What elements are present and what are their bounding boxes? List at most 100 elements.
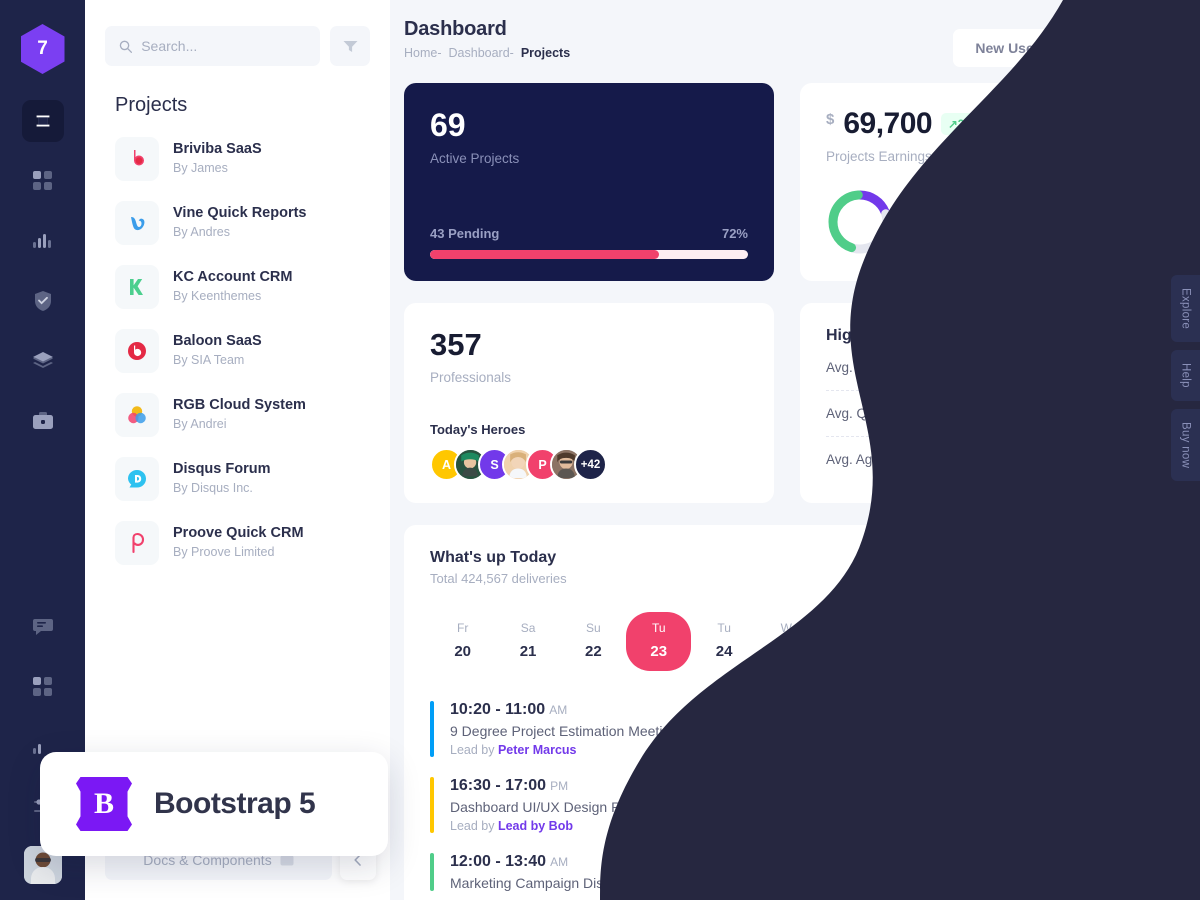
day-cell-25[interactable]: We 25 [757,612,822,671]
search-icon [119,40,133,53]
highlight-label: Avg. Quotes [826,406,901,421]
rail-item-chat[interactable] [22,606,64,648]
professionals-label: Professionals [430,370,512,385]
project-logo [115,265,159,309]
project-owner: By Proove Limited [173,545,275,560]
list-item[interactable]: Vine Quick Reports By Andres [105,191,370,255]
highlight-number: 730 [1125,405,1149,422]
day-cell-21[interactable]: Sa 21 [495,612,560,671]
rail-item-box[interactable] [21,100,64,142]
filter-button[interactable] [330,26,370,66]
search-box[interactable] [105,26,320,66]
bootstrap-badge: B Bootstrap 5 [40,752,388,856]
rail-item-dashboard[interactable] [22,160,64,202]
grid-icon [32,171,52,190]
project-name: Disqus Forum [173,460,271,477]
avatar-more-count: +42 [580,458,601,471]
trend-value: 2.2% [957,119,984,131]
day-cell-29[interactable]: Su 29 [1018,612,1083,671]
main-content: Dashboard Home- Dashboard- Projects New … [390,0,1200,900]
new-goal-button[interactable]: New Goal [1071,29,1175,67]
day-of-week: Mo [1107,621,1125,635]
rail-item-security[interactable] [22,280,64,322]
bar-chart-icon [32,234,51,248]
event-ampm: AM [550,855,569,869]
project-name: RGB Cloud System [173,396,306,413]
rail-item-layers[interactable] [22,340,64,382]
breadcrumb-item-home[interactable]: Home- [404,46,442,60]
project-logo [115,201,159,245]
box-icon [36,115,49,127]
briefcase-icon [32,412,53,429]
day-cell-26[interactable]: Th 26 [822,612,887,671]
day-of-week: Su [586,621,601,635]
list-item[interactable]: Disqus Forum By Disqus Inc. [105,447,370,511]
list-item[interactable]: Baloon SaaS By SIA Team [105,319,370,383]
day-number: 21 [519,643,537,660]
event-time-range: 12:00 - 13:40 [450,853,547,870]
list-item[interactable]: Briviba SaaS By James [105,127,370,191]
report-center-button[interactable]: Report Cecnter [1028,549,1149,585]
day-cell-23[interactable]: Tu 23 [626,612,692,671]
day-cell-28[interactable]: Sa 28 [953,612,1018,671]
avatar-more[interactable]: +42 [574,448,607,481]
list-item[interactable]: RGB Cloud System By Andrei [105,383,370,447]
breadcrumb-item-dashboard[interactable]: Dashboard- [449,46,514,60]
list-item[interactable]: 10:20 - 11:00 AM 9 Degree Project Estimat… [430,691,1149,767]
currency-symbol: $ [826,111,835,128]
day-cell-20[interactable]: Fr 20 [430,612,495,671]
baloon-icon [128,342,146,360]
tab-explore[interactable]: Explore [1171,275,1200,343]
bootstrap-badge-label: Bootstrap 5 [154,787,316,820]
page-header: Dashboard Home- Dashboard- Projects New … [390,0,1200,67]
list-item[interactable]: Proove Quick CRM By Proove Limited [105,511,370,575]
rail-item-analytics[interactable] [22,220,64,262]
professionals-value: 357 [430,327,482,362]
list-item[interactable]: KC Account CRM By Keenthemes [105,255,370,319]
event-view-button[interactable]: View [1085,855,1149,889]
rail-item-briefcase[interactable] [22,400,64,442]
earnings-trend-badge: ↗2.2% [941,113,991,135]
projects-list: Briviba SaaS By James Vine Quick Reports… [85,127,390,575]
app-logo[interactable]: 7 [20,24,65,74]
highlight-row: Avg. Quotes ↙ 730 [826,390,1149,436]
list-item[interactable]: 12:00 - 13:40 AM Marketing Campaign Discu… [430,843,1149,900]
event-title: Dashboard UI/UX Design Review [450,799,657,815]
rgb-cloud-icon [128,406,146,424]
tab-buy-now[interactable]: Buy now [1171,408,1200,482]
event-view-button[interactable]: View [1085,788,1149,822]
day-cell-30[interactable]: Mo 30 [1084,612,1149,671]
layers-icon [32,352,53,368]
day-cell-24[interactable]: Tu 24 [691,612,756,671]
day-number: 30 [1107,643,1125,660]
event-lead: Lead by Peter Marcus [450,743,678,757]
project-owner: By Andrei [173,417,227,432]
event-time: 10:20 - 11:00 AM [450,701,678,719]
day-of-week: Sa [978,621,993,635]
trend-arrow-icon: ↗ [948,119,958,131]
rail-item-apps[interactable] [22,666,64,708]
panel-title: Projects [115,94,188,116]
project-logo [115,137,159,181]
briviba-icon [134,150,144,166]
new-user-button[interactable]: New User [953,29,1062,67]
whatsup-card: What's up Today Total 424,567 deliveries… [404,525,1175,900]
event-title: 9 Degree Project Estimation Meeting [450,723,678,739]
tab-help[interactable]: Help [1171,350,1200,401]
list-item[interactable]: 16:30 - 17:00 PM Dashboard UI/UX Design R… [430,767,1149,843]
day-cell-27[interactable]: Fri 27 [888,612,953,671]
highlight-label: Avg. Client Rating [826,360,934,375]
event-view-button[interactable]: View [1085,712,1149,746]
legend-label: Leaf CRM [940,186,1001,201]
day-cell-22[interactable]: Su 22 [561,612,626,671]
highlight-suffix: /10 [1129,359,1149,376]
event-lead-name[interactable]: Peter Marcus [498,743,577,757]
event-lead-name[interactable]: Lead by Bob [498,819,573,833]
legend-label: Mivy App [940,214,995,229]
percent-label: 72% [721,226,748,241]
highlight-right: ↗ $2,309 [1087,451,1149,468]
legend-row: Mivy App $2,820 [918,214,1149,229]
events-list: 10:20 - 11:00 AM 9 Degree Project Estimat… [430,691,1149,900]
search-input[interactable] [141,38,306,54]
page-title: Dashboard [404,18,507,40]
